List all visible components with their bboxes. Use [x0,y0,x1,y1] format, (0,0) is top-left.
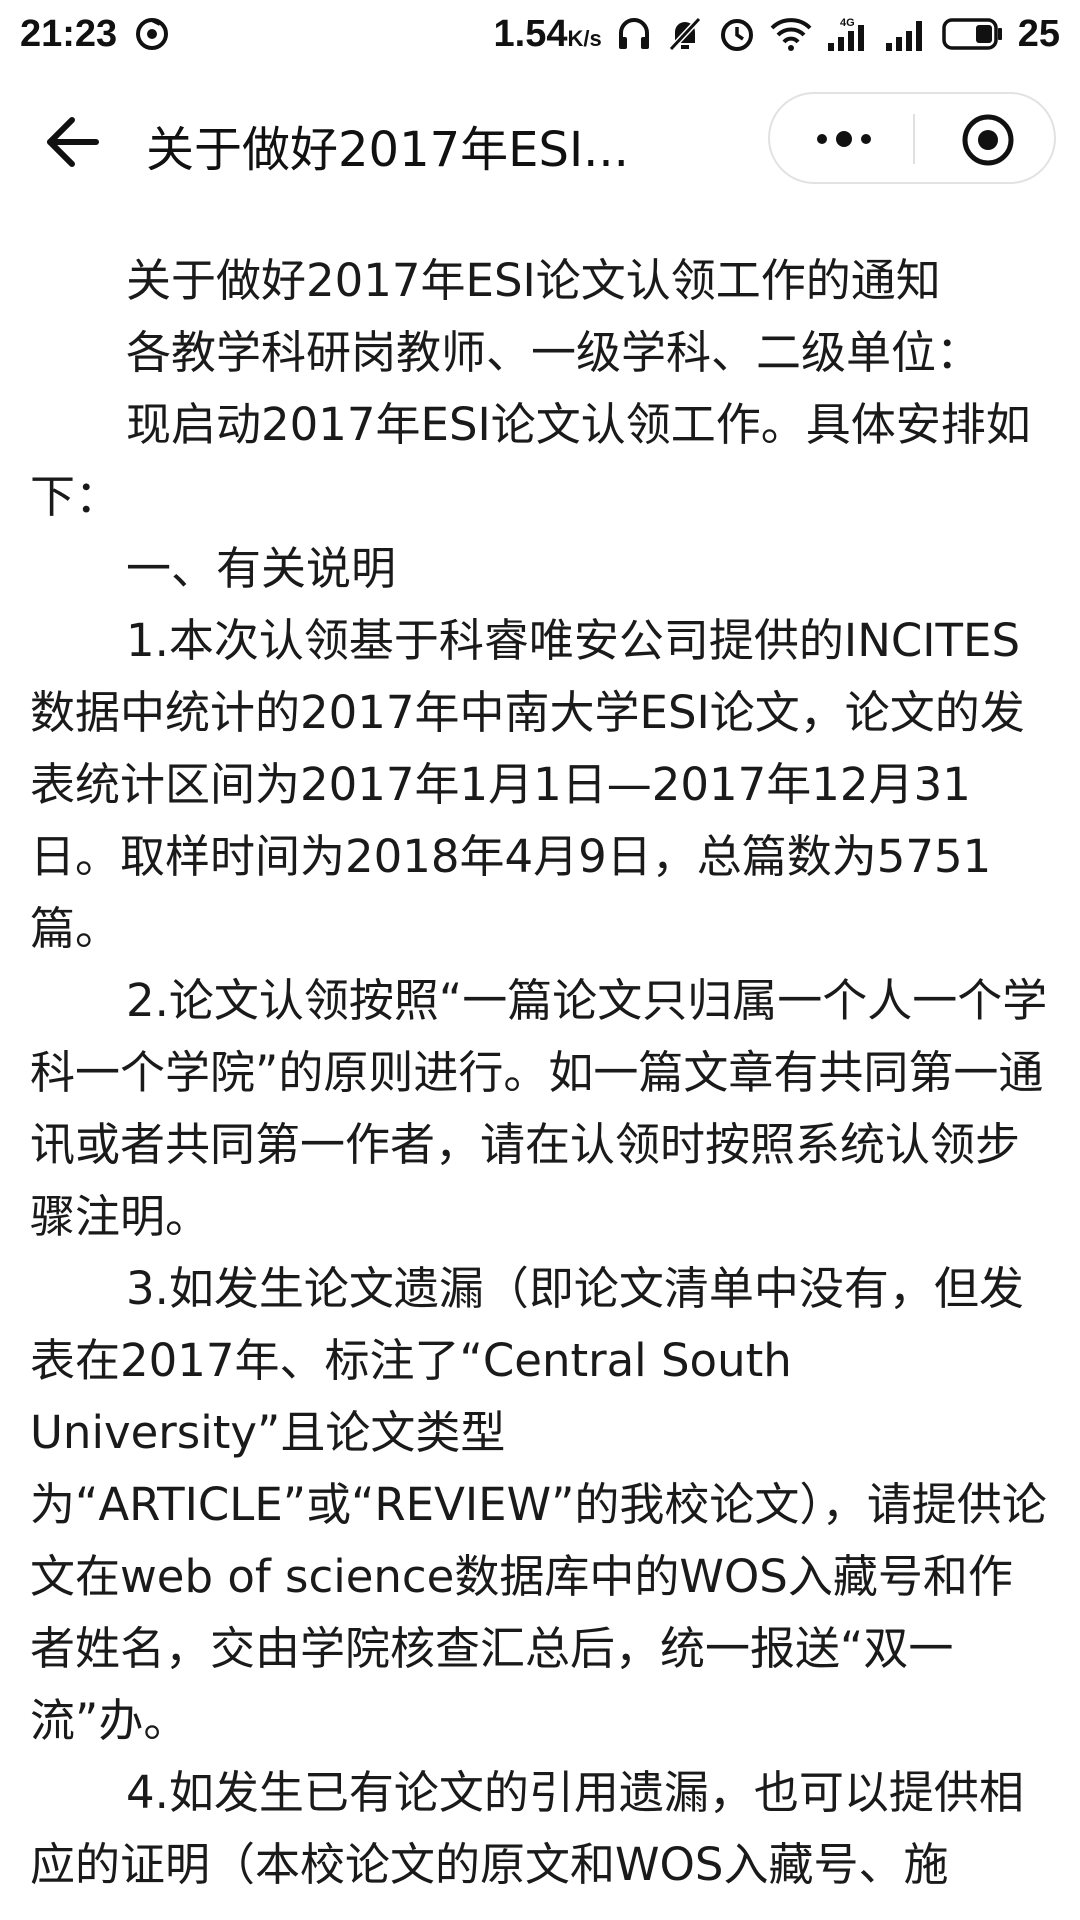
more-button[interactable] [804,118,884,160]
signal-4g-icon: 4G [826,15,870,53]
wifi-icon [770,16,812,52]
alarm-icon [718,15,756,53]
signal-icon [884,15,928,53]
back-button[interactable] [42,112,102,172]
article-paragraph: 现启动2017年ESI论文认领工作。具体安排如下： [30,398,1031,523]
article-paragraph: 1.本次认领基于科睿唯安公司提供的INCITES数据中统计的2017年中南大学E… [30,614,1025,955]
section-heading: 一、有关说明 [126,542,397,595]
navigation-bar: 关于做好2017年ESI... [0,82,1080,196]
arrow-left-icon [42,117,102,176]
article-paragraph: 2.论文认领按照“一篇论文只归属一个人一个学科一个学院”的原则进行。如一篇文章有… [30,974,1048,1243]
status-bar: 21:23 1.54K/s 4G 25 [0,0,1080,68]
article-paragraph: 3.如发生论文遗漏（即论文清单中没有，但发表在2017年、标注了“Central… [30,1262,1047,1747]
clock: 21:23 [20,12,118,55]
target-close-icon [960,114,1016,172]
battery-level: 25 [1017,12,1060,55]
network-speed: 1.54K/s [493,12,602,55]
mini-program-capsule [768,92,1056,184]
battery-icon [941,17,1004,51]
article-paragraph: 4.如发生已有论文的引用遗漏，也可以提供相应的证明（本校论文的原文和WOS入藏号… [30,1766,1024,1891]
capsule-divider [913,114,915,164]
more-dots-icon [804,131,884,164]
article-body: 关于做好2017年ESI论文认领工作的通知 各教学科研岗教师、一级学科、二级单位… [30,245,1050,1901]
article-salutation: 各教学科研岗教师、一级学科、二级单位： [126,326,982,379]
sync-icon [133,15,171,53]
close-button[interactable] [960,112,1016,168]
article-heading: 关于做好2017年ESI论文认领工作的通知 [126,254,941,307]
mute-icon [666,15,704,53]
network-type-label: 4G [840,17,855,29]
page-title: 关于做好2017年ESI... [146,122,629,178]
headphones-icon [616,15,652,53]
